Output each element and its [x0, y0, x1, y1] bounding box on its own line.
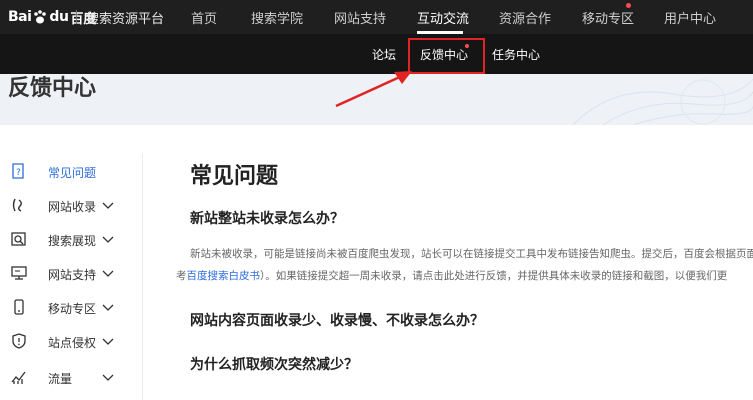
- sidebar-item-indexing[interactable]: 网站收录: [0, 192, 142, 218]
- sidebar-item-label: 网站收录: [48, 200, 97, 214]
- chevron-down-icon[interactable]: [102, 301, 114, 313]
- question-doc-icon: ?: [12, 163, 24, 179]
- sidebar-item-search-display[interactable]: 搜索展现: [0, 226, 142, 252]
- page-title: 常见问题: [190, 164, 279, 189]
- nav-item-site-support[interactable]: 网站支持: [334, 8, 386, 27]
- annotation-arrow: [335, 71, 412, 108]
- faq-answer-line-2: 考百度搜索白皮书）。如果链接提交超一周未收录，请点击此处进行反馈，并提供具体未收…: [176, 268, 727, 283]
- chevron-down-icon[interactable]: [102, 371, 114, 383]
- index-icon: [12, 198, 22, 212]
- faq-question-2[interactable]: 网站内容页面收录少、收录慢、不收录怎么办？: [190, 310, 484, 330]
- faq-question-3[interactable]: 为什么抓取频次突然减少？: [190, 354, 358, 374]
- subnav-item-forum[interactable]: 论坛: [372, 46, 396, 63]
- banner-decoration: [572, 78, 753, 125]
- chevron-down-icon[interactable]: [102, 233, 114, 245]
- sidebar-item-mobile[interactable]: 移动专区: [0, 294, 142, 320]
- sidebar: ? 常见问题 网站收录 搜索展现 网站支持 移动专区 站点侵权 流量: [0, 150, 142, 400]
- sidebar-item-label: 站点侵权: [48, 336, 97, 350]
- answer-suffix: ）。如果链接提交超一周未收录，请点击此处进行反馈，并提供具体未收录的链接和截图，…: [260, 270, 728, 282]
- faq-question-1[interactable]: 新站整站未收录怎么办？: [190, 208, 344, 228]
- main-content: 常见问题 新站整站未收录怎么办？ 新站未被收录，可能是链接尚未被百度爬虫发现，站…: [176, 150, 753, 400]
- faq-answer-line-1: 新站未被收录，可能是链接尚未被百度爬虫发现，站长可以在链接提交工具中发布链接告知…: [190, 248, 753, 260]
- sidebar-item-label: 常见问题: [48, 166, 97, 180]
- whitepaper-link[interactable]: 百度搜索白皮书: [187, 270, 261, 282]
- chevron-down-icon[interactable]: [102, 335, 114, 347]
- shield-icon: [12, 333, 26, 349]
- notification-dot: [626, 3, 631, 8]
- mobile-icon: [14, 299, 24, 315]
- nav-item-academy[interactable]: 搜索学院: [251, 8, 303, 27]
- chevron-down-icon[interactable]: [102, 199, 114, 211]
- sidebar-divider: [142, 153, 143, 400]
- sidebar-item-traffic[interactable]: 流量: [0, 364, 142, 390]
- monitor-icon: [11, 266, 27, 280]
- svg-text:?: ?: [16, 168, 21, 178]
- logo-text-du: du: [49, 9, 69, 25]
- subnav-item-tasks[interactable]: 任务中心: [492, 46, 540, 63]
- sidebar-item-infringement[interactable]: 站点侵权: [0, 328, 142, 354]
- sidebar-item-label: 流量: [48, 372, 73, 386]
- chevron-down-icon[interactable]: [102, 267, 114, 279]
- logo-divider: [76, 10, 77, 24]
- site-name: 搜索资源平台: [86, 12, 165, 27]
- answer-prefix: 考: [176, 270, 187, 282]
- sidebar-item-site-support[interactable]: 网站支持: [0, 260, 142, 286]
- sidebar-item-label: 搜索展现: [48, 234, 97, 248]
- sidebar-item-faq[interactable]: ? 常见问题: [0, 158, 142, 184]
- nav-item-mobile[interactable]: 移动专区: [582, 8, 634, 27]
- search-display-icon: [11, 232, 26, 246]
- sidebar-item-label: 移动专区: [48, 302, 97, 316]
- nav-item-home[interactable]: 首页: [191, 8, 217, 27]
- baidu-logo[interactable]: Bai du 百度: [8, 6, 96, 28]
- top-navbar: Bai du 百度 搜索资源平台 首页 搜索学院 网站支持 互动交流 资源合作 …: [0, 0, 753, 34]
- traffic-chart-icon: [11, 371, 26, 384]
- paw-icon: [34, 10, 47, 24]
- nav-item-interaction[interactable]: 互动交流: [417, 8, 469, 27]
- nav-item-user-center[interactable]: 用户中心: [664, 8, 716, 27]
- nav-item-resources[interactable]: 资源合作: [499, 8, 551, 27]
- sidebar-item-label: 网站支持: [48, 268, 97, 282]
- logo-text-bai: Bai: [8, 9, 32, 25]
- banner-title: 反馈中心: [8, 76, 97, 101]
